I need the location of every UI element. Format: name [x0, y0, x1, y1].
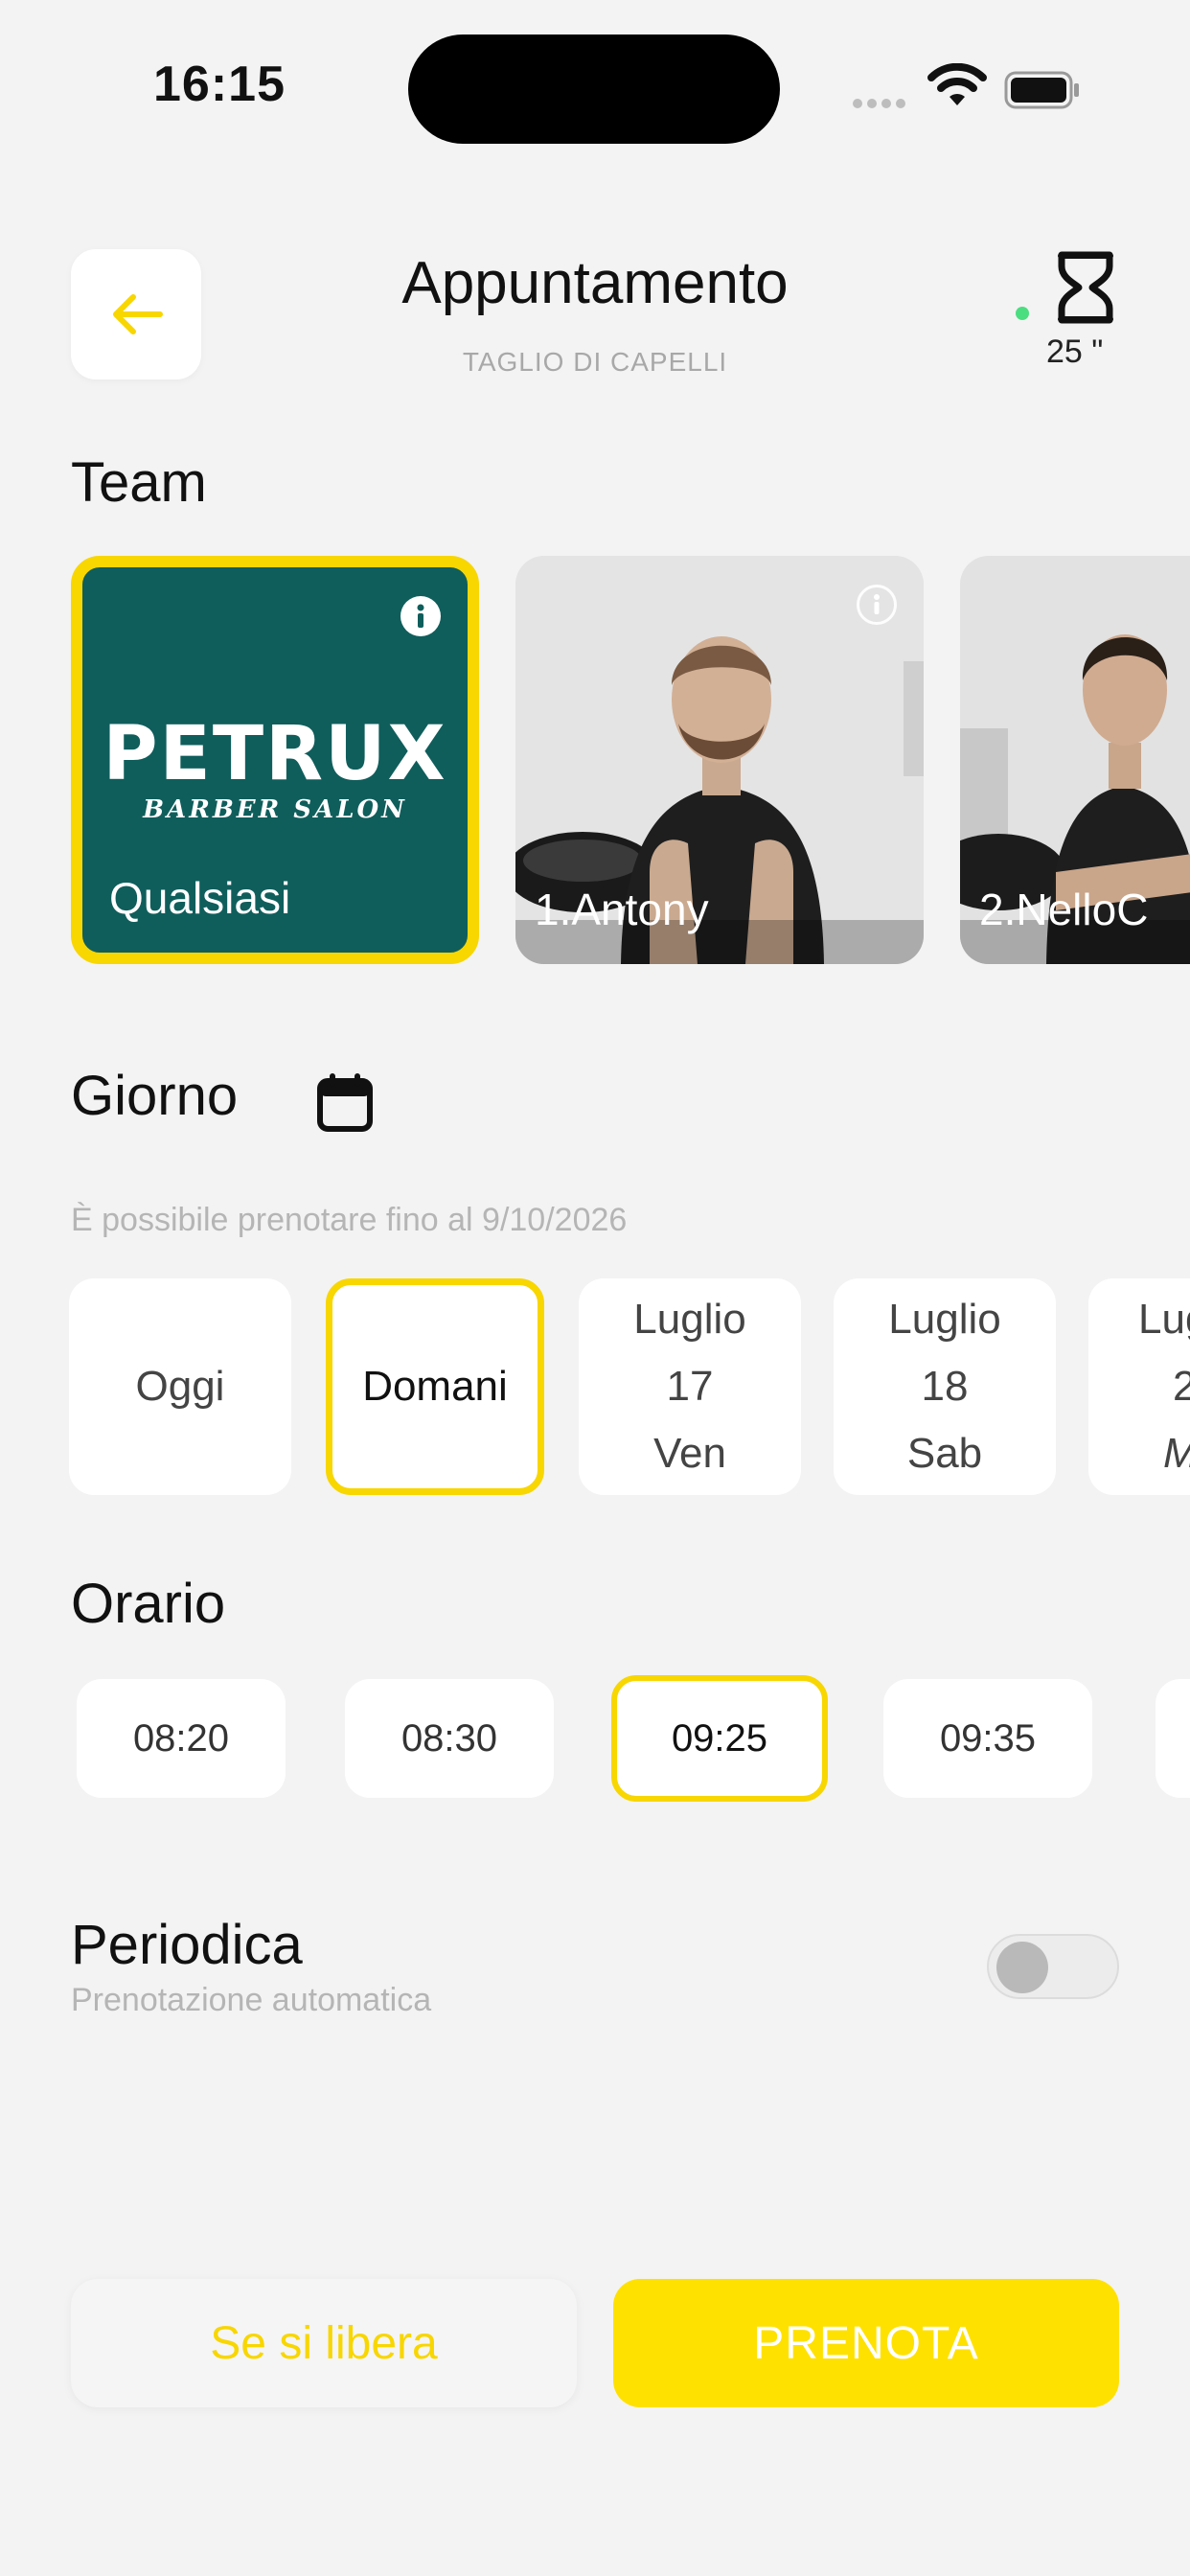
day-title: Giorno [71, 1065, 239, 1127]
time-option[interactable]: 09:35 [883, 1679, 1092, 1798]
salon-logo-subtitle: BARBER SALON [143, 795, 407, 824]
notify-if-free-button[interactable]: Se si libera [71, 2279, 577, 2407]
day-number: 17 [666, 1363, 714, 1410]
day-weekday: M [1138, 1420, 1190, 1487]
day-option-jul-17[interactable]: Luglio 17 Ven [579, 1278, 801, 1495]
salon-logo: PETRUX [103, 711, 447, 797]
team-title: Team [71, 451, 207, 514]
team-member-name: Qualsiasi [109, 873, 291, 923]
day-number: 2 [1173, 1363, 1190, 1410]
periodic-title: Periodica [71, 1914, 303, 1976]
team-card-any[interactable]: PETRUX BARBER SALON Qualsiasi [71, 556, 479, 964]
booking-limit-note: È possibile prenotare fino al 9/10/2026 [71, 1202, 628, 1238]
team-member-name: 1.Antony [535, 885, 709, 934]
day-weekday: Sab [906, 1430, 983, 1477]
page-title: Appuntamento [401, 250, 789, 316]
info-icon[interactable] [857, 585, 897, 625]
team-card-nelloc[interactable]: 2.NelloC [960, 556, 1190, 964]
battery-icon [1004, 71, 1079, 109]
day-option-next[interactable]: Lug 2 M [1088, 1278, 1190, 1495]
day-option-tomorrow[interactable]: Domani [326, 1278, 544, 1495]
day-weekday: Ven [653, 1430, 726, 1477]
time-option[interactable]: 08:30 [345, 1679, 554, 1798]
cellular-signal-icon [853, 96, 910, 113]
day-label: Domani [362, 1363, 508, 1410]
page-subtitle: TAGLIO DI CAPELLI [462, 347, 728, 377]
team-card-antony[interactable]: 1.Antony [515, 556, 924, 964]
dynamic-island [408, 34, 780, 144]
status-time: 16:15 [153, 57, 286, 112]
time-option-selected[interactable]: 09:25 [611, 1675, 828, 1802]
calendar-icon[interactable] [316, 1073, 374, 1138]
time-title: Orario [71, 1573, 226, 1635]
hourglass-icon [1052, 251, 1119, 329]
periodic-subtitle: Prenotazione automatica [71, 1982, 432, 2018]
time-option-partial[interactable] [1156, 1679, 1190, 1798]
day-month: Lug [1138, 1296, 1190, 1343]
day-option-today[interactable]: Oggi [69, 1278, 291, 1495]
time-option[interactable]: 08:20 [77, 1679, 286, 1798]
day-month: Luglio [888, 1296, 1001, 1343]
info-icon[interactable] [400, 596, 441, 636]
team-member-name: 2.NelloC [979, 885, 1149, 934]
toggle-knob [996, 1942, 1048, 1993]
live-indicator [1016, 307, 1029, 320]
wifi-icon [927, 62, 987, 114]
day-number: 18 [921, 1363, 969, 1410]
day-label: Oggi [135, 1363, 225, 1410]
book-button[interactable]: PRENOTA [613, 2279, 1119, 2407]
day-option-jul-18[interactable]: Luglio 18 Sab [834, 1278, 1056, 1495]
day-month: Luglio [633, 1296, 746, 1343]
duration-label: 25 " [1046, 334, 1104, 370]
periodic-toggle[interactable] [987, 1934, 1119, 1999]
